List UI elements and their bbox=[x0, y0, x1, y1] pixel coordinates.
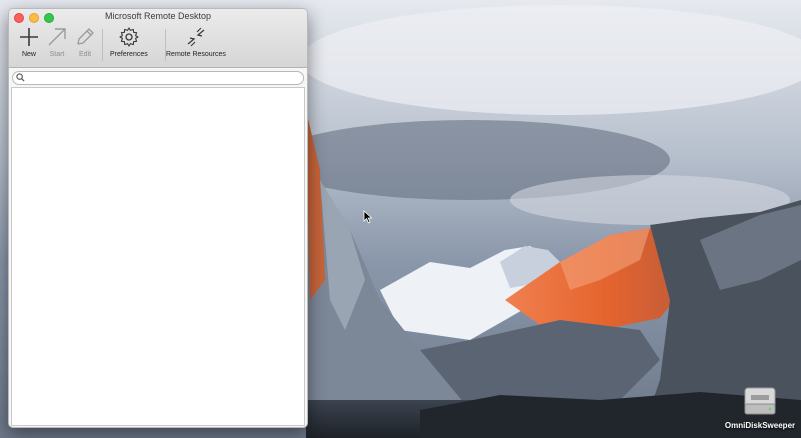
app-window: Microsoft Remote Desktop New Start Edit … bbox=[8, 8, 308, 428]
search-input[interactable] bbox=[27, 72, 297, 84]
gear-icon bbox=[117, 25, 141, 49]
drive-icon bbox=[744, 387, 776, 415]
window-title: Microsoft Remote Desktop bbox=[104, 11, 212, 21]
search-field[interactable] bbox=[12, 71, 304, 85]
remote-resources-label: Remote Resources bbox=[166, 51, 226, 58]
title-bar: Microsoft Remote Desktop New Start Edit … bbox=[9, 9, 307, 68]
desktops-list[interactable] bbox=[11, 87, 305, 426]
desktop-drive[interactable]: OmniDiskSweeper bbox=[724, 384, 796, 430]
remote-resources-icon bbox=[184, 25, 208, 49]
desktop: Microsoft Remote Desktop New Start Edit … bbox=[0, 0, 801, 438]
preferences-button[interactable]: Preferences bbox=[110, 25, 148, 58]
edit-button[interactable]: Edit bbox=[73, 25, 97, 58]
remote-resources-button[interactable]: Remote Resources bbox=[166, 25, 226, 58]
toolbar-separator bbox=[102, 29, 103, 61]
magnifier-icon bbox=[16, 73, 25, 82]
mouse-cursor-icon bbox=[363, 210, 373, 224]
plus-icon bbox=[17, 25, 41, 49]
new-button[interactable]: New bbox=[17, 25, 41, 58]
edit-label: Edit bbox=[78, 51, 92, 58]
preferences-label: Preferences bbox=[110, 51, 148, 58]
arrow-icon bbox=[45, 25, 69, 49]
toolbar: New Start Edit Preferences Remote Resour… bbox=[9, 25, 307, 65]
search-bar bbox=[9, 68, 307, 88]
start-button[interactable]: Start bbox=[45, 25, 69, 58]
drive-label: OmniDiskSweeper bbox=[724, 421, 796, 430]
start-label: Start bbox=[49, 51, 65, 58]
new-label: New bbox=[21, 51, 36, 58]
pencil-icon bbox=[73, 25, 97, 49]
